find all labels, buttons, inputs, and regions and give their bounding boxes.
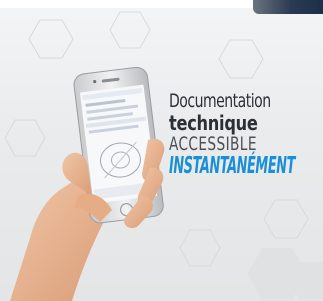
tagline: Documentation technique ACCESSIBLE INSTA…	[169, 92, 319, 178]
tagline-line-1: Documentation	[169, 90, 271, 112]
tagline-line-2: technique	[169, 111, 258, 135]
tagline-line-3: ACCESSIBLE	[169, 133, 257, 155]
tagline-line-4: INSTANTANÉMENT	[169, 153, 295, 179]
banner-image: Documentation technique ACCESSIBLE INSTA…	[0, 0, 323, 301]
